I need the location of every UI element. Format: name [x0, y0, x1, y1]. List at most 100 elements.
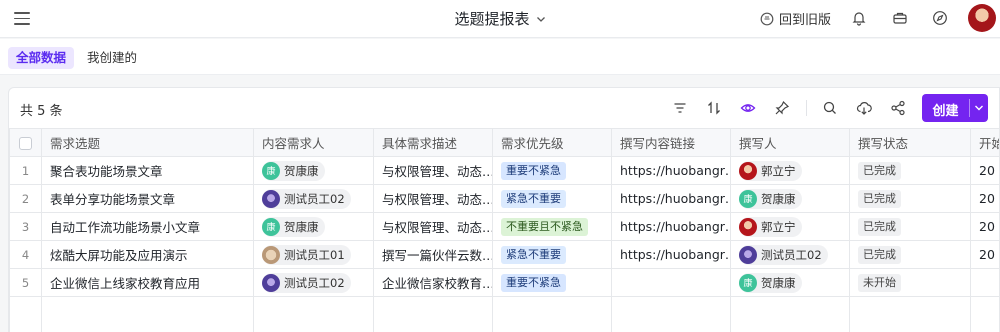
writer-cell[interactable]: 郭立宁: [730, 156, 850, 185]
avatar: 康: [739, 189, 757, 208]
table-row[interactable]: 2 表单分享功能场景文章 测试员工02 与权限管理、动态… 紧急不重要 https://h…: [9, 184, 999, 213]
column-header[interactable]: 内容需求人: [253, 128, 374, 157]
table-row[interactable]: 5 企业微信上线家校教育应用 测试员工02 企业微信家校教育… 重要不紧急 康贺康康 未开始: [9, 268, 999, 297]
row-index: 1: [9, 156, 42, 185]
person-chip[interactable]: 康贺康康: [262, 216, 325, 237]
topic-cell[interactable]: 自动工作流功能场景小文章: [41, 212, 254, 241]
empty-cell: [253, 296, 374, 332]
priority-cell[interactable]: 紧急不重要: [492, 240, 612, 269]
status-cell[interactable]: 已完成: [849, 156, 971, 185]
start-cell[interactable]: 20: [970, 212, 999, 241]
topic-cell[interactable]: 炫酷大屏功能及应用演示: [41, 240, 254, 269]
create-button[interactable]: 创建: [922, 94, 988, 122]
link-cell[interactable]: [611, 268, 731, 297]
person-chip[interactable]: 康贺康康: [739, 188, 802, 209]
search-icon[interactable]: [822, 100, 838, 116]
requester-cell[interactable]: 测试员工01: [253, 240, 374, 269]
person-name: 郭立宁: [761, 163, 796, 178]
person-chip[interactable]: 郭立宁: [739, 216, 802, 237]
priority-tag: 重要不紧急: [501, 161, 566, 180]
tab-all-data[interactable]: 全部数据: [8, 47, 75, 69]
writer-cell[interactable]: 郭立宁: [730, 212, 850, 241]
description-cell[interactable]: 撰写一篇伙伴云数…: [373, 240, 493, 269]
empty-cell: [970, 296, 999, 332]
view-tabs: 全部数据 我创建的: [0, 39, 1000, 75]
table-row[interactable]: 3 自动工作流功能场景小文章康贺康康 与权限管理、动态… 不重要且不紧急 https:/…: [9, 212, 999, 241]
person-name: 郭立宁: [761, 219, 796, 234]
select-all-checkbox[interactable]: [19, 136, 32, 150]
person-chip[interactable]: 测试员工02: [739, 244, 828, 265]
priority-tag: 重要不紧急: [501, 273, 566, 292]
page-title-dropdown[interactable]: 选题提报表: [454, 8, 545, 29]
requester-cell[interactable]: 康贺康康: [253, 156, 374, 185]
topic-cell[interactable]: 聚合表功能场景文章: [41, 156, 254, 185]
chevron-down-icon[interactable]: [974, 104, 984, 112]
description-cell[interactable]: 企业微信家校教育…: [373, 268, 493, 297]
user-avatar[interactable]: [968, 4, 996, 32]
person-chip[interactable]: 测试员工02: [262, 272, 351, 293]
status-cell[interactable]: 已完成: [849, 184, 971, 213]
start-cell[interactable]: 20: [970, 156, 999, 185]
status-badge: 未开始: [858, 273, 901, 292]
priority-cell[interactable]: 紧急不重要: [492, 184, 612, 213]
topic-cell[interactable]: 企业微信上线家校教育应用: [41, 268, 254, 297]
start-cell[interactable]: 20: [970, 240, 999, 269]
column-header[interactable]: 撰写内容链接: [611, 128, 731, 157]
start-cell[interactable]: 20: [970, 184, 999, 213]
writer-cell[interactable]: 测试员工02: [730, 240, 850, 269]
priority-cell[interactable]: 重要不紧急: [492, 156, 612, 185]
table-body: 1 聚合表功能场景文章康贺康康 与权限管理、动态… 重要不紧急 https://huob…: [9, 156, 999, 332]
person-chip[interactable]: 测试员工01: [262, 244, 351, 265]
menu-icon[interactable]: [14, 12, 30, 26]
requester-cell[interactable]: 测试员工02: [253, 184, 374, 213]
column-header[interactable]: 需求选题: [41, 128, 254, 157]
column-header[interactable]: 撰写状态: [849, 128, 971, 157]
status-cell[interactable]: 已完成: [849, 212, 971, 241]
description-cell[interactable]: 与权限管理、动态…: [373, 156, 493, 185]
back-to-old-version-button[interactable]: 回到旧版: [760, 9, 831, 28]
link-cell[interactable]: https://huobangr…: [611, 184, 731, 213]
person-chip[interactable]: 康贺康康: [262, 160, 325, 181]
cloud-download-icon[interactable]: [856, 100, 872, 116]
status-cell[interactable]: 已完成: [849, 240, 971, 269]
row-index: 2: [9, 184, 42, 213]
share-icon[interactable]: [890, 100, 906, 116]
requester-cell[interactable]: 测试员工02: [253, 268, 374, 297]
eye-icon[interactable]: [740, 100, 756, 116]
toolbox-icon[interactable]: [892, 10, 908, 26]
writer-cell[interactable]: 康贺康康: [730, 268, 850, 297]
history-icon: [760, 12, 774, 25]
person-chip[interactable]: 康贺康康: [739, 272, 802, 293]
status-cell[interactable]: 未开始: [849, 268, 971, 297]
empty-cell: [730, 296, 850, 332]
column-header[interactable]: 开始: [970, 128, 999, 157]
person-chip[interactable]: 郭立宁: [739, 160, 802, 181]
start-cell[interactable]: [970, 268, 999, 297]
priority-cell[interactable]: 不重要且不紧急: [492, 212, 612, 241]
table-row[interactable]: 4 炫酷大屏功能及应用演示 测试员工01 撰写一篇伙伴云数… 紧急不重要 https://…: [9, 240, 999, 269]
avatar: [262, 245, 280, 264]
link-cell[interactable]: https://huobangr…: [611, 240, 731, 269]
description-cell[interactable]: 与权限管理、动态…: [373, 184, 493, 213]
column-header[interactable]: 撰写人: [730, 128, 850, 157]
empty-cell: [492, 296, 612, 332]
writer-cell[interactable]: 康贺康康: [730, 184, 850, 213]
description-cell[interactable]: 与权限管理、动态…: [373, 212, 493, 241]
person-chip[interactable]: 测试员工02: [262, 188, 351, 209]
person-name: 贺康康: [761, 191, 796, 206]
requester-cell[interactable]: 康贺康康: [253, 212, 374, 241]
sort-icon[interactable]: [706, 100, 722, 116]
column-header[interactable]: 需求优先级: [492, 128, 612, 157]
bell-icon[interactable]: [851, 10, 867, 26]
tab-created-by-me[interactable]: 我创建的: [79, 47, 145, 69]
link-cell[interactable]: https://huobangr…: [611, 156, 731, 185]
row-index: 3: [9, 212, 42, 241]
pin-icon[interactable]: [774, 100, 790, 116]
priority-cell[interactable]: 重要不紧急: [492, 268, 612, 297]
filter-icon[interactable]: [672, 100, 688, 116]
topic-cell[interactable]: 表单分享功能场景文章: [41, 184, 254, 213]
link-cell[interactable]: https://huobangr…: [611, 212, 731, 241]
compass-icon[interactable]: [932, 10, 948, 26]
column-header[interactable]: 具体需求描述: [373, 128, 493, 157]
table-row[interactable]: 1 聚合表功能场景文章康贺康康 与权限管理、动态… 重要不紧急 https://huob…: [9, 156, 999, 185]
